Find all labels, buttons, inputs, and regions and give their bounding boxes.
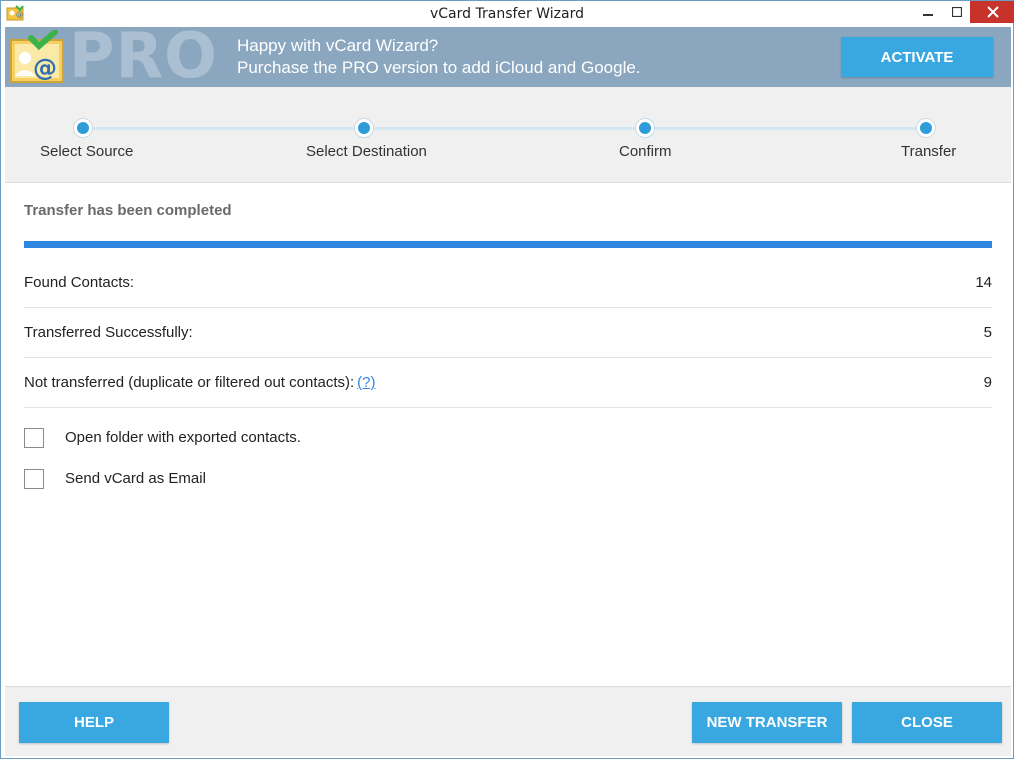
svg-text:@: @ <box>33 54 57 82</box>
result-row-not-transferred: Not transferred (duplicate or filtered o… <box>24 358 992 408</box>
step-label-confirm: Confirm <box>619 143 672 160</box>
wizard-stepper: Select Source Select Destination Confirm… <box>5 87 1011 183</box>
status-message: Transfer has been completed <box>24 202 232 219</box>
promo-line-1: Happy with vCard Wizard? <box>237 36 439 55</box>
close-window-button[interactable] <box>970 1 1014 23</box>
result-value: 9 <box>983 374 992 391</box>
pro-banner: @ PRO Happy with vCard Wizard? Purchase … <box>5 23 1011 89</box>
help-link[interactable]: (?) <box>357 374 375 391</box>
open-folder-label[interactable]: Open folder with exported contacts. <box>65 429 301 446</box>
step-dot-select-destination <box>354 118 374 138</box>
step-dot-select-source <box>73 118 93 138</box>
step-dot-transfer <box>916 118 936 138</box>
stepper-track <box>83 127 927 130</box>
result-label-text: Not transferred (duplicate or filtered o… <box>24 374 355 391</box>
result-label: Transferred Successfully: <box>24 324 193 341</box>
open-folder-checkbox[interactable] <box>24 428 44 448</box>
new-transfer-button[interactable]: NEW TRANSFER <box>692 702 842 743</box>
close-button[interactable]: CLOSE <box>852 702 1002 743</box>
footer-bar: HELP NEW TRANSFER CLOSE <box>5 686 1011 756</box>
main-content: Transfer has been completed Found Contac… <box>5 184 1011 686</box>
pro-label: PRO <box>69 19 218 92</box>
send-email-checkbox[interactable] <box>24 469 44 489</box>
progress-bar <box>24 241 992 248</box>
maximize-icon <box>952 7 962 17</box>
minimize-button[interactable] <box>913 1 943 23</box>
app-window: @ vCard Transfer Wizard @ PRO Happy with… <box>0 0 1014 759</box>
result-value: 5 <box>983 324 992 341</box>
step-dot-confirm <box>635 118 655 138</box>
result-label: Not transferred (duplicate or filtered o… <box>24 374 376 391</box>
step-label-select-destination: Select Destination <box>306 143 427 160</box>
step-label-select-source: Select Source <box>40 143 134 160</box>
result-value: 14 <box>975 274 992 291</box>
send-email-label[interactable]: Send vCard as Email <box>65 470 206 487</box>
close-icon <box>986 6 999 18</box>
result-row-found: Found Contacts: 14 <box>24 258 992 308</box>
result-row-transferred: Transferred Successfully: 5 <box>24 308 992 358</box>
result-label: Found Contacts: <box>24 274 135 291</box>
activate-button[interactable]: ACTIVATE <box>841 37 993 77</box>
minimize-icon <box>923 14 933 16</box>
promo-line-2: Purchase the PRO version to add iCloud a… <box>237 58 641 77</box>
vcard-logo-icon: @ <box>9 29 65 84</box>
maximize-button[interactable] <box>942 1 972 23</box>
help-button[interactable]: HELP <box>19 702 169 743</box>
progress-bar-fill <box>24 241 992 248</box>
step-label-transfer: Transfer <box>901 143 957 160</box>
